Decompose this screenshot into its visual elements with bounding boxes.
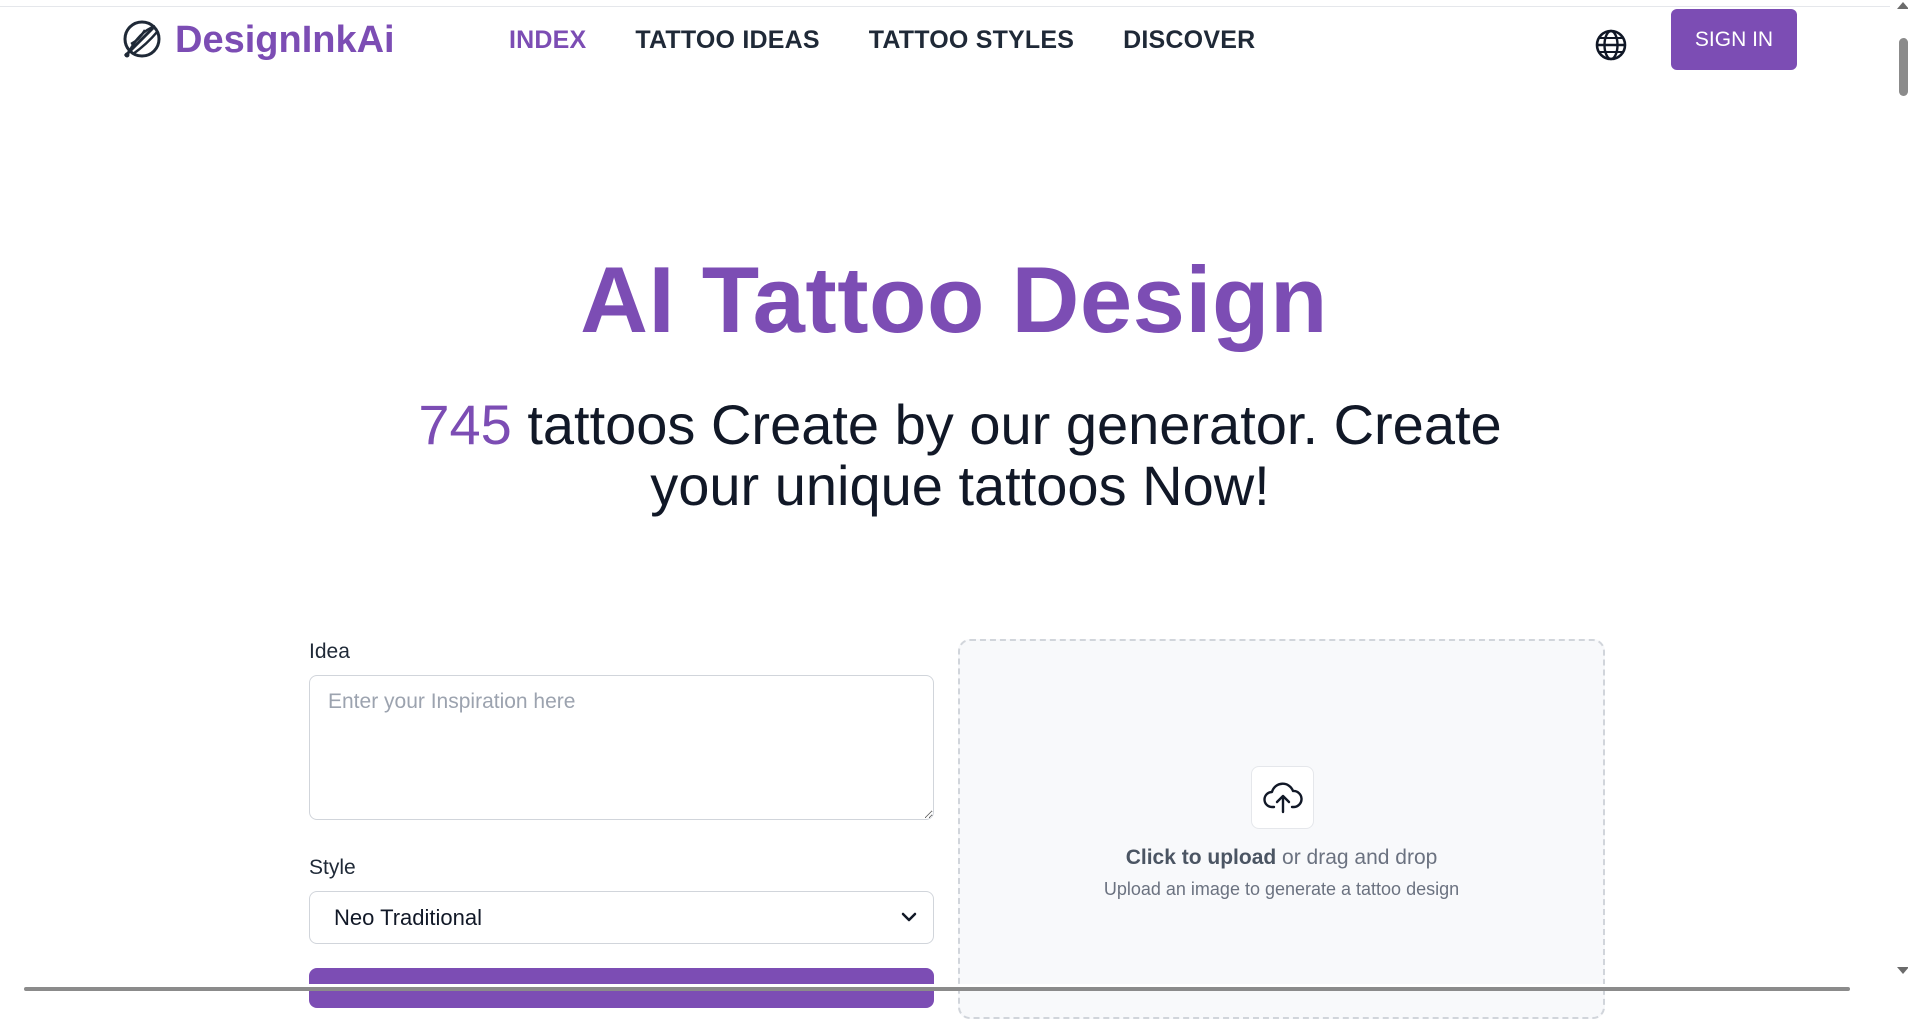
sign-in-button[interactable]: SIGN IN [1671, 9, 1797, 70]
nav-item-discover[interactable]: DISCOVER [1123, 26, 1255, 55]
scroll-up-arrow-icon[interactable] [1897, 2, 1908, 9]
hero-subtitle: 745 tattoos Create by our generator. Cre… [380, 394, 1540, 516]
main-nav: INDEX TATTOO IDEAS TATTOO STYLES DISCOVE… [509, 26, 1255, 55]
tattoo-count: 745 [418, 393, 512, 456]
feather-swirl-icon [123, 20, 161, 58]
idea-input[interactable] [309, 675, 934, 820]
brand-logo[interactable]: DesignInkAi [119, 18, 395, 62]
nav-item-tattoo-ideas[interactable]: TATTOO IDEAS [635, 26, 819, 55]
upload-icon-box [1251, 766, 1314, 829]
upload-instructions: Click to upload or drag and drop [960, 846, 1603, 870]
style-select[interactable]: Neo Traditional [309, 891, 934, 944]
style-selected-value: Neo Traditional [334, 904, 482, 930]
vertical-scroll-thumb[interactable] [1899, 38, 1908, 96]
nav-item-tattoo-styles[interactable]: TATTOO STYLES [869, 26, 1074, 55]
page-title: AI Tattoo Design [580, 247, 1328, 352]
brand-name: DesignInkAi [175, 18, 395, 61]
scroll-down-arrow-icon[interactable] [1897, 967, 1908, 974]
horizontal-scroll-thumb[interactable] [24, 987, 1850, 991]
idea-label: Idea [309, 640, 350, 663]
hero-subtitle-text: tattoos Create by our generator. Create … [511, 393, 1502, 517]
globe-icon[interactable] [1594, 28, 1628, 62]
click-to-upload-text[interactable]: Click to upload [1126, 846, 1277, 869]
chevron-down-icon [901, 912, 917, 922]
vertical-scrollbar[interactable] [1890, 0, 1908, 991]
drag-drop-text: or drag and drop [1276, 846, 1438, 869]
cloud-upload-icon [1262, 782, 1303, 813]
image-upload-dropzone[interactable]: Click to upload or drag and drop Upload … [958, 639, 1605, 1019]
site-header: DesignInkAi INDEX TATTOO IDEAS TATTOO ST… [0, 6, 1890, 72]
upload-hint: Upload an image to generate a tattoo des… [1103, 879, 1460, 899]
nav-item-index[interactable]: INDEX [509, 26, 586, 55]
style-label: Style [309, 856, 356, 879]
